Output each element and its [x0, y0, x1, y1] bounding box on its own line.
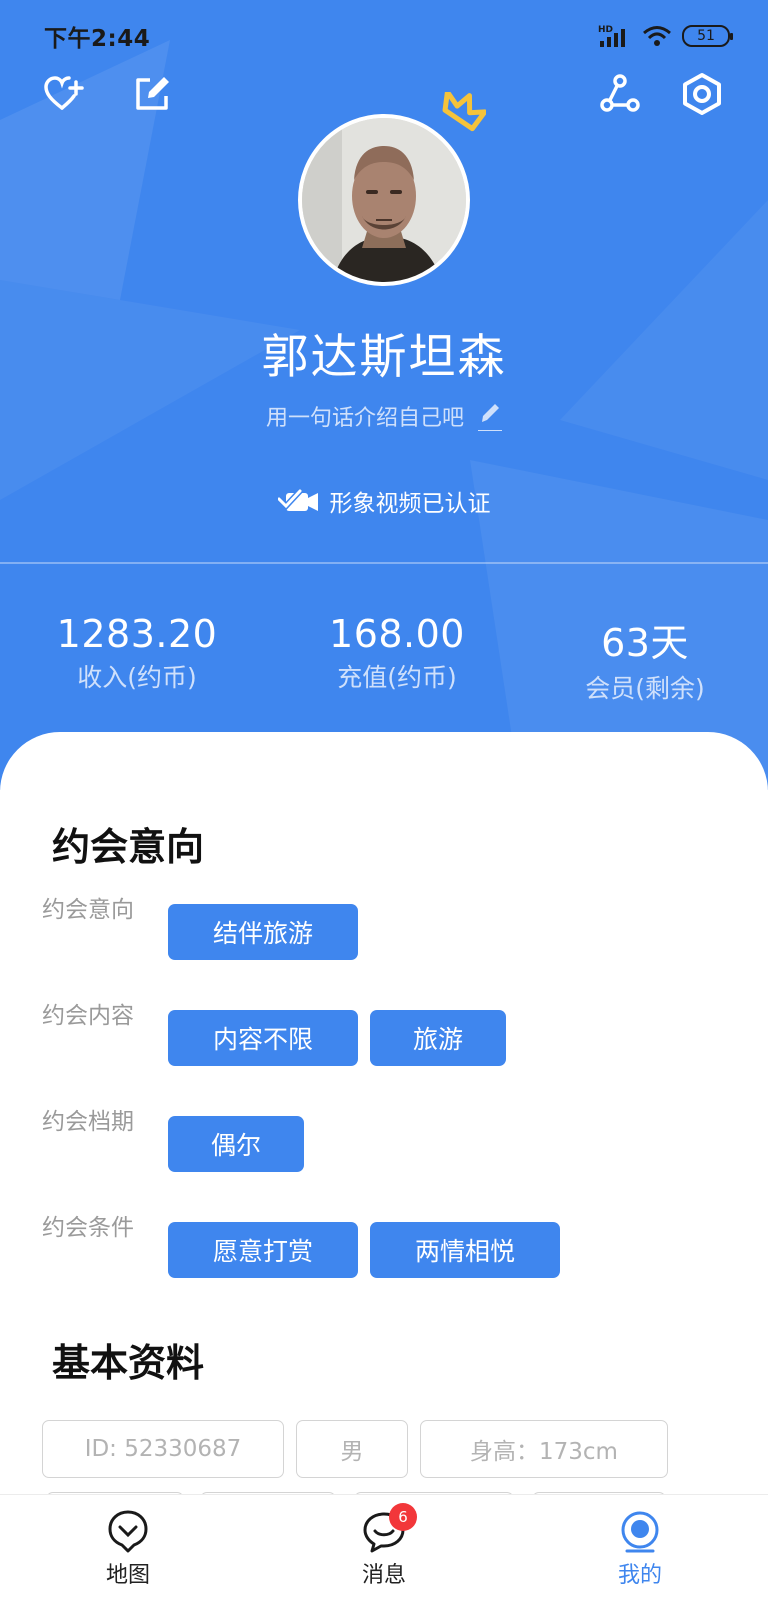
nav-label: 地图	[105, 1563, 150, 1588]
profile-name: 郭达斯坦森	[261, 330, 507, 385]
stat-membership[interactable]: 63天 会员(剩余)	[530, 612, 760, 705]
chat-icon: 6	[361, 1503, 417, 1555]
profile-screen: 下午2:44 HD 51 郭达斯坦森 用一句话介绍自己吧 形象视频已认证 128…	[0, 0, 768, 1600]
stat-income[interactable]: 1283.20 收入(约币)	[22, 612, 252, 694]
bottom-navigation: 地图 6 消息 我的	[0, 1494, 768, 1600]
pencil-icon[interactable]	[478, 401, 502, 431]
message-badge: 6	[389, 1503, 417, 1531]
bio-row[interactable]: 用一句话介绍自己吧	[0, 400, 768, 432]
dating-row-label: 约会意向	[42, 897, 134, 923]
stat-value: 63天	[601, 621, 689, 665]
crown-icon	[442, 92, 486, 132]
stats-row: 1283.20 收入(约币) 168.00 充值(约币) 63天 会员(剩余)	[0, 612, 768, 705]
nav-item-me[interactable]: 我的	[580, 1509, 700, 1589]
status-bar: 下午2:44 HD 51	[44, 20, 733, 52]
header-divider	[0, 562, 768, 564]
dating-chip[interactable]: 旅游	[370, 1010, 506, 1066]
nav-label: 我的	[617, 1563, 662, 1588]
status-icons: HD 51	[598, 23, 733, 49]
info-field-id: ID: 52330687	[42, 1420, 284, 1478]
stat-recharge[interactable]: 168.00 充值(约币)	[282, 612, 512, 694]
info-field-gender: 男	[296, 1420, 408, 1478]
dating-chip[interactable]: 结伴旅游	[168, 904, 358, 960]
avatar-container[interactable]	[298, 92, 486, 286]
status-time: 下午2:44	[44, 26, 151, 52]
nav-item-map[interactable]: 地图	[68, 1509, 188, 1589]
dating-row-label: 约会档期	[42, 1109, 134, 1135]
basic-info-title: 基本资料	[52, 1341, 205, 1385]
dating-row-label: 约会内容	[42, 1003, 134, 1029]
settings-icon[interactable]	[680, 72, 724, 116]
dating-chip[interactable]: 愿意打赏	[168, 1222, 358, 1278]
verified-text: 形象视频已认证	[329, 491, 491, 517]
stat-value: 1283.20	[56, 612, 218, 656]
verified-row[interactable]: 形象视频已认证	[0, 484, 768, 518]
nav-item-messages[interactable]: 6 消息	[324, 1503, 444, 1589]
profile-header: 下午2:44 HD 51 郭达斯坦森 用一句话介绍自己吧 形象视频已认证 128…	[0, 0, 768, 790]
content-card: 约会意向 约会意向 结伴旅游 约会内容 内容不限 旅游 约会档期 偶尔 约会条件…	[0, 732, 768, 1600]
map-pin-icon	[105, 1509, 151, 1555]
edit-icon[interactable]	[130, 72, 174, 116]
profile-icon	[617, 1509, 663, 1555]
stat-label: 会员(剩余)	[585, 674, 705, 703]
share-icon[interactable]	[598, 72, 642, 116]
stat-value: 168.00	[329, 612, 465, 656]
info-field-height: 身高：173cm	[420, 1420, 668, 1478]
nav-label: 消息	[361, 1563, 406, 1588]
stat-label: 充值(约币)	[337, 663, 457, 692]
battery-indicator: 51	[682, 25, 733, 47]
heart-plus-icon[interactable]	[42, 72, 86, 116]
dating-chip[interactable]: 偶尔	[168, 1116, 304, 1172]
signal-hd-label: HD	[598, 25, 613, 35]
bio-placeholder[interactable]: 用一句话介绍自己吧	[266, 400, 464, 432]
dating-section-title: 约会意向	[52, 825, 205, 869]
avatar-photo	[302, 118, 466, 282]
cell-signal-icon: HD	[598, 25, 625, 47]
wifi-icon	[643, 26, 671, 46]
stat-label: 收入(约币)	[77, 663, 197, 692]
video-verified-icon	[277, 488, 318, 511]
dating-row-label: 约会条件	[42, 1215, 134, 1241]
dating-chip[interactable]: 内容不限	[168, 1010, 358, 1066]
dating-chip[interactable]: 两情相悦	[370, 1222, 560, 1278]
